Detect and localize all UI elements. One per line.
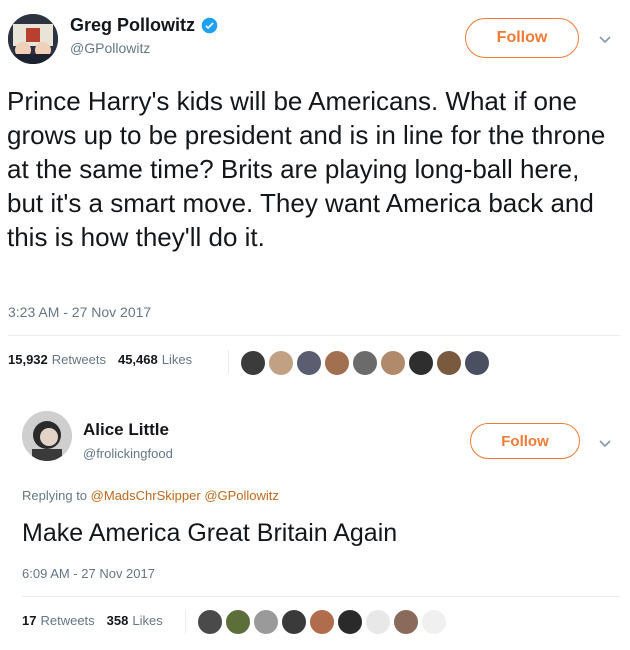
tweet-alice-little: Alice Little @frolickingfood Follow Repl…: [0, 395, 630, 650]
liker-avatars: [240, 350, 492, 376]
replying-prefix: Replying to: [22, 488, 88, 503]
retweets-count: 17: [22, 613, 37, 628]
liker-avatar[interactable]: [352, 350, 378, 376]
display-name[interactable]: Greg Pollowitz: [70, 15, 195, 36]
liker-avatar[interactable]: [324, 350, 350, 376]
liker-avatar[interactable]: [268, 350, 294, 376]
divider: [22, 596, 620, 597]
liker-avatar[interactable]: [225, 609, 251, 635]
retweets-stat[interactable]: 15,932 Retweets: [8, 352, 106, 367]
likes-stat[interactable]: 45,468 Likes: [118, 352, 192, 367]
liker-avatar[interactable]: [380, 350, 406, 376]
liker-avatar[interactable]: [464, 350, 490, 376]
display-name[interactable]: Alice Little: [83, 420, 169, 440]
stats-separator: [185, 609, 186, 633]
chevron-down-icon[interactable]: [598, 436, 612, 454]
chevron-down-icon[interactable]: [598, 32, 612, 50]
liker-avatar[interactable]: [421, 609, 447, 635]
name-row: Alice Little: [83, 420, 169, 440]
liker-avatar[interactable]: [436, 350, 462, 376]
retweets-stat[interactable]: 17 Retweets: [22, 613, 95, 628]
liker-avatar[interactable]: [253, 609, 279, 635]
reply-mention-link[interactable]: @MadsChrSkipper: [91, 488, 201, 503]
liker-avatar[interactable]: [240, 350, 266, 376]
reply-mention-link[interactable]: @GPollowitz: [204, 488, 279, 503]
liker-avatar[interactable]: [309, 609, 335, 635]
timestamp[interactable]: 6:09 AM - 27 Nov 2017: [22, 566, 155, 581]
avatar-image: [22, 411, 72, 461]
timestamp[interactable]: 3:23 AM - 27 Nov 2017: [8, 304, 151, 320]
avatar-image: [8, 14, 58, 64]
liker-avatar[interactable]: [337, 609, 363, 635]
engagement-stats: 17 Retweets 358 Likes: [22, 613, 175, 628]
avatar[interactable]: [8, 14, 58, 64]
handle[interactable]: @GPollowitz: [70, 40, 150, 56]
likes-label: Likes: [161, 352, 193, 367]
tweet-text: Make America Great Britain Again: [22, 519, 398, 547]
liker-avatar[interactable]: [296, 350, 322, 376]
divider: [8, 335, 620, 336]
handle[interactable]: @frolickingfood: [83, 446, 173, 461]
liker-avatar[interactable]: [281, 609, 307, 635]
engagement-stats: 15,932 Retweets 45,468 Likes: [8, 352, 204, 367]
likes-count: 45,468: [117, 352, 158, 367]
liker-avatars: [197, 609, 449, 635]
likes-count: 358: [106, 613, 129, 628]
retweets-label: Retweets: [40, 613, 95, 628]
avatar[interactable]: [22, 411, 72, 461]
tweet-text: Prince Harry's kids will be Americans. W…: [7, 86, 606, 252]
follow-button[interactable]: Follow: [465, 18, 579, 58]
stats-separator: [228, 350, 229, 374]
liker-avatar[interactable]: [365, 609, 391, 635]
tweet-greg-pollowitz: Greg Pollowitz @GPollowitz Follow Prince…: [0, 0, 630, 385]
retweets-count: 15,932: [8, 352, 48, 367]
liker-avatar[interactable]: [393, 609, 419, 635]
likes-label: Likes: [132, 613, 163, 628]
follow-button[interactable]: Follow: [470, 423, 580, 459]
replying-to: Replying to @MadsChrSkipper @GPollowitz: [22, 488, 279, 503]
likes-stat[interactable]: 358 Likes: [107, 613, 163, 628]
retweets-label: Retweets: [51, 352, 106, 367]
verified-icon: [201, 17, 218, 34]
name-row: Greg Pollowitz: [70, 15, 218, 36]
liker-avatar[interactable]: [408, 350, 434, 376]
liker-avatar[interactable]: [197, 609, 223, 635]
